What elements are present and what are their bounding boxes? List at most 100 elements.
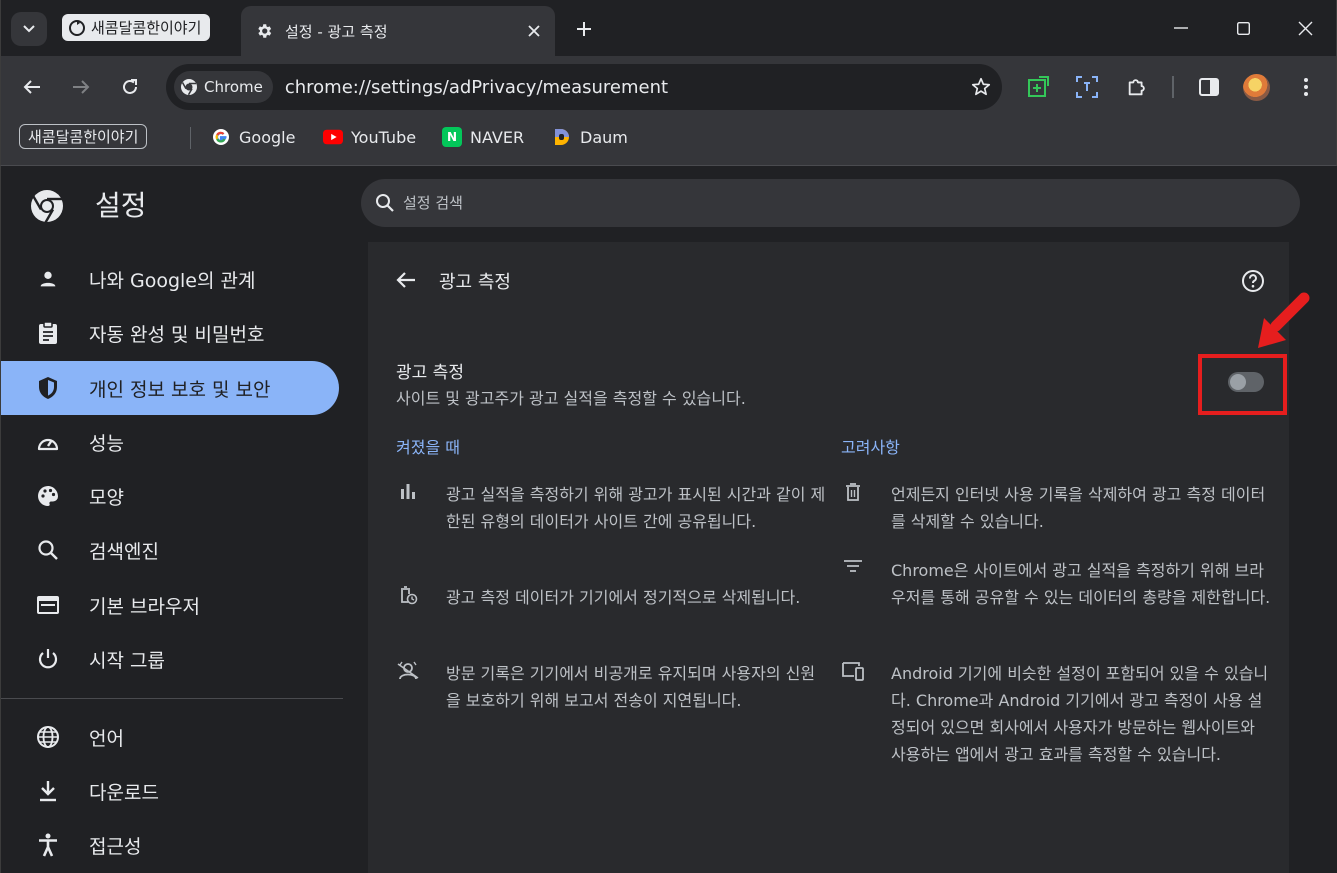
maximize-icon	[1236, 21, 1250, 35]
clipboard-icon	[35, 320, 61, 346]
more-vert-icon	[1304, 78, 1308, 96]
filter-icon	[841, 558, 865, 582]
devices-icon	[841, 661, 865, 685]
bookmark-label: NAVER	[470, 127, 525, 147]
bookmark-label: YouTube	[351, 127, 417, 147]
sidebar-item-downloads[interactable]: 다운로드	[1, 764, 339, 818]
tab-search-button[interactable]	[11, 12, 47, 46]
chrome-logo-icon	[181, 79, 197, 96]
arrow-left-icon	[396, 272, 415, 288]
active-tab[interactable]: 설정 - 광고 측정	[241, 6, 555, 56]
list-item: 방문 기록은 기기에서 비공개로 유지되며 사용자의 신원을 보호하기 위해 보…	[396, 660, 826, 714]
sidebar-item-accessibility[interactable]: 접근성	[1, 818, 339, 872]
sidebar-item-appearance[interactable]: 모양	[1, 469, 339, 523]
screen-capture-button[interactable]	[1072, 72, 1102, 102]
setting-title: 광고 측정	[396, 363, 464, 383]
red-arrow-annotation	[1258, 292, 1310, 348]
chrome-chip-label: Chrome	[204, 78, 263, 96]
bookmark-google[interactable]: Google	[211, 124, 295, 150]
tab-title: 설정 - 광고 측정	[285, 22, 388, 41]
bookmark-youtube[interactable]: YouTube	[323, 124, 416, 150]
daum-icon	[552, 127, 572, 147]
extension-green-button[interactable]	[1023, 72, 1053, 102]
list-item-text: 언제든지 인터넷 사용 기록을 삭제하여 광고 측정 데이터를 삭제할 수 있습…	[891, 485, 1266, 531]
sidebar-item-languages[interactable]: 언어	[1, 710, 339, 764]
browser-icon	[35, 592, 61, 618]
bookmark-naver[interactable]: N NAVER	[442, 124, 524, 150]
url-text[interactable]: chrome://settings/adPrivacy/measurement	[285, 77, 970, 98]
sidebar-item-search-engine[interactable]: 검색엔진	[1, 523, 339, 577]
gear-icon	[258, 24, 272, 38]
bookmark-label: Google	[239, 127, 296, 147]
shield-icon	[35, 375, 61, 401]
chrome-chip[interactable]: Chrome	[174, 71, 273, 103]
help-icon	[1242, 270, 1264, 292]
list-item: Android 기기에 비슷한 설정이 포함되어 있을 수 있습니다. Chro…	[841, 660, 1271, 768]
search-icon	[35, 537, 61, 563]
list-item-text: 광고 측정 데이터가 기기에서 정기적으로 삭제됩니다.	[446, 588, 801, 607]
when-on-heading: 켜졌을 때	[396, 438, 460, 457]
tab-strip: 새콤달콤한이야기 설정 - 광고 측정	[0, 0, 1337, 56]
refresh-circle-icon	[69, 19, 85, 36]
new-tab-button[interactable]	[571, 14, 597, 44]
maximize-button[interactable]	[1223, 12, 1263, 44]
sidebar-item-performance[interactable]: 성능	[1, 415, 339, 469]
bookmarks-divider	[190, 127, 191, 149]
subpage-header: 광고 측정	[368, 242, 1289, 318]
settings-sidebar: 나와 Google의 관계 자동 완성 및 비밀번호 개인 정보 보호 및 보안…	[0, 242, 360, 873]
close-icon[interactable]	[527, 24, 541, 38]
list-item-text: Chrome은 사이트에서 광고 실적을 측정하기 위해 브라우저를 통해 공유…	[891, 561, 1271, 607]
back-button[interactable]	[15, 70, 49, 104]
reload-button[interactable]	[113, 70, 147, 104]
bookmark-daum[interactable]: Daum	[552, 124, 628, 150]
subpage-back-button[interactable]	[390, 264, 422, 296]
arrow-right-icon	[73, 80, 90, 94]
address-bar[interactable]: Chrome chrome://settings/adPrivacy/measu…	[166, 64, 1002, 110]
toolbar-divider	[1172, 76, 1174, 98]
minimize-button[interactable]	[1161, 12, 1201, 44]
list-item: Chrome은 사이트에서 광고 실적을 측정하기 위해 브라우저를 통해 공유…	[841, 557, 1271, 611]
naver-icon: N	[442, 127, 462, 147]
sidebar-item-privacy[interactable]: 개인 정보 보호 및 보안	[1, 361, 339, 415]
list-item-text: 광고 실적을 측정하기 위해 광고가 표시된 시간과 같이 제한된 유형의 데이…	[446, 485, 826, 531]
profile-avatar[interactable]	[1243, 74, 1270, 101]
sidebar-item-on-startup[interactable]: 시작 그룹	[1, 632, 339, 686]
sidebar-divider	[1, 698, 343, 699]
settings-search[interactable]	[361, 179, 1300, 227]
sidebar-item-default-browser[interactable]: 기본 브라우저	[1, 578, 339, 632]
power-icon	[35, 646, 61, 672]
close-window-button[interactable]	[1285, 12, 1325, 44]
list-item: 광고 측정 데이터가 기기에서 정기적으로 삭제됩니다.	[396, 584, 826, 611]
sidebar-item-label: 자동 완성 및 비밀번호	[89, 323, 265, 346]
highlight-box	[1198, 354, 1287, 415]
globe-icon	[35, 724, 61, 750]
settings-search-input[interactable]	[403, 194, 1203, 212]
bookmark-label: Daum	[580, 127, 628, 147]
forward-button[interactable]	[64, 70, 98, 104]
arrow-left-icon	[23, 80, 40, 94]
sidebar-item-you-and-google[interactable]: 나와 Google의 관계	[1, 252, 339, 306]
download-icon	[35, 778, 61, 804]
sidebar-item-autofill[interactable]: 자동 완성 및 비밀번호	[1, 306, 339, 360]
trash-icon	[841, 482, 865, 506]
list-item: 언제든지 인터넷 사용 기록을 삭제하여 광고 측정 데이터를 삭제할 수 있습…	[841, 481, 1271, 535]
chrome-logo-icon	[31, 190, 63, 224]
menu-button[interactable]	[1291, 72, 1321, 102]
tab-group-chip[interactable]: 새콤달콤한이야기	[62, 14, 211, 41]
extensions-button[interactable]	[1122, 72, 1152, 102]
sidebar-item-label: 검색엔진	[89, 540, 159, 563]
add-tab-icon	[1028, 76, 1049, 97]
person-icon	[35, 266, 61, 292]
bookmark-group-chip[interactable]: 새콤달콤한이야기	[19, 124, 148, 149]
reload-icon	[123, 79, 137, 94]
setting-description: 사이트 및 광고주가 광고 실적을 측정할 수 있습니다.	[396, 389, 746, 408]
star-icon[interactable]	[970, 76, 992, 98]
side-panel-button[interactable]	[1194, 72, 1224, 102]
sidebar-item-label: 개인 정보 보호 및 보안	[89, 378, 271, 401]
plus-icon	[577, 22, 591, 36]
sidebar-item-label: 모양	[89, 486, 124, 509]
close-icon	[1298, 21, 1312, 35]
considerations-heading: 고려사항	[841, 438, 900, 457]
sidebar-item-label: 성능	[89, 432, 124, 455]
private-history-icon	[396, 661, 420, 685]
